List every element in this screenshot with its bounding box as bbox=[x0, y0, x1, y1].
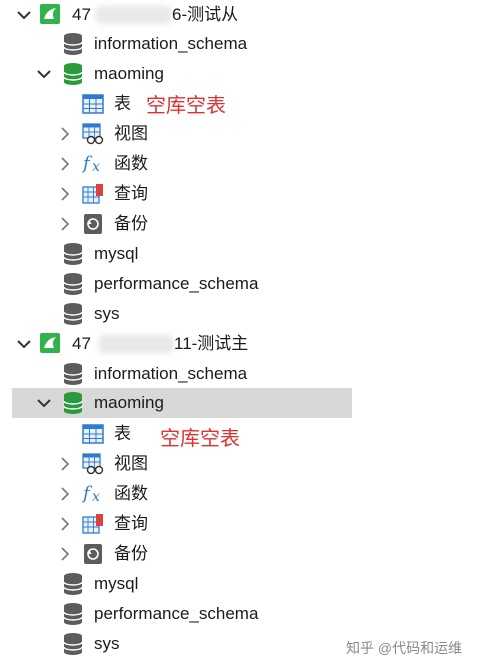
database-label: performance_schema bbox=[94, 274, 259, 293]
views-node[interactable]: 视图 bbox=[0, 119, 360, 149]
database-icon bbox=[62, 572, 84, 595]
database-icon bbox=[62, 242, 84, 265]
database-row[interactable]: information_schema bbox=[0, 359, 360, 389]
connection-name-prefix: 47 bbox=[72, 5, 91, 24]
database-row[interactable]: performance_schema bbox=[0, 599, 360, 629]
database-icon bbox=[62, 272, 84, 295]
database-label: maoming bbox=[94, 393, 164, 412]
connection-row[interactable]: 47 11-测试主 bbox=[0, 329, 360, 359]
functions-label: 函数 bbox=[114, 154, 148, 173]
database-label: sys bbox=[94, 634, 120, 653]
database-row[interactable]: mysql bbox=[0, 569, 360, 599]
watermark: 知乎 @代码和运维 bbox=[346, 640, 463, 656]
database-label: information_schema bbox=[94, 34, 248, 53]
backups-node[interactable]: 备份 bbox=[0, 209, 360, 239]
functions-node[interactable]: fx 函数 bbox=[0, 479, 360, 509]
queries-node[interactable]: 查询 bbox=[0, 509, 360, 539]
queries-node[interactable]: 查询 bbox=[0, 179, 360, 209]
database-row[interactable]: maoming bbox=[0, 59, 360, 89]
svg-text:x: x bbox=[92, 489, 100, 504]
connection-name-suffix: 6-测试从 bbox=[172, 5, 239, 24]
query-icon bbox=[82, 513, 104, 535]
queries-label: 查询 bbox=[114, 184, 148, 203]
connection-row[interactable]: 47 6-测试从 bbox=[0, 0, 360, 30]
backups-label: 备份 bbox=[114, 544, 148, 563]
chevron-right-icon[interactable] bbox=[55, 454, 75, 474]
backup-icon bbox=[82, 213, 104, 235]
functions-node[interactable]: fx 函数 bbox=[0, 149, 360, 179]
table-icon bbox=[82, 423, 104, 445]
database-row[interactable]: sys bbox=[0, 629, 320, 659]
view-icon bbox=[82, 453, 104, 475]
views-node[interactable]: 视图 bbox=[0, 449, 360, 479]
chevron-right-icon[interactable] bbox=[55, 184, 75, 204]
mysql-connection-icon bbox=[39, 332, 61, 354]
database-row[interactable]: sys bbox=[0, 299, 360, 329]
database-row-selected[interactable]: maoming bbox=[12, 388, 352, 418]
redacted-address bbox=[98, 335, 174, 353]
database-label: maoming bbox=[94, 64, 164, 83]
database-row[interactable]: mysql bbox=[0, 239, 360, 269]
tables-label: 表 bbox=[114, 424, 131, 443]
chevron-down-icon[interactable] bbox=[34, 64, 54, 84]
chevron-down-icon[interactable] bbox=[34, 393, 54, 413]
chevron-right-icon[interactable] bbox=[55, 544, 75, 564]
database-label: performance_schema bbox=[94, 604, 259, 623]
redacted-address bbox=[96, 6, 172, 24]
query-icon bbox=[82, 183, 104, 205]
database-row[interactable]: information_schema bbox=[0, 29, 360, 59]
database-label: sys bbox=[94, 304, 120, 323]
database-open-icon bbox=[62, 391, 84, 414]
chevron-right-icon[interactable] bbox=[55, 214, 75, 234]
chevron-right-icon[interactable] bbox=[55, 484, 75, 504]
queries-label: 查询 bbox=[114, 514, 148, 533]
table-icon bbox=[82, 93, 104, 115]
tables-label: 表 bbox=[114, 94, 131, 113]
views-label: 视图 bbox=[114, 454, 148, 473]
database-icon bbox=[62, 302, 84, 325]
database-label: mysql bbox=[94, 574, 139, 593]
database-open-icon bbox=[62, 62, 84, 85]
backups-node[interactable]: 备份 bbox=[0, 539, 360, 569]
database-icon bbox=[62, 602, 84, 625]
database-icon bbox=[62, 632, 84, 655]
mysql-connection-icon bbox=[39, 3, 61, 25]
views-label: 视图 bbox=[114, 124, 148, 143]
empty-annotation: 空库空表 bbox=[146, 95, 226, 117]
chevron-down-icon[interactable] bbox=[14, 5, 34, 25]
database-row[interactable]: performance_schema bbox=[0, 269, 360, 299]
chevron-right-icon[interactable] bbox=[55, 124, 75, 144]
chevron-right-icon[interactable] bbox=[55, 154, 75, 174]
svg-text:x: x bbox=[92, 159, 100, 174]
backup-icon bbox=[82, 543, 104, 565]
database-label: information_schema bbox=[94, 364, 248, 383]
chevron-down-icon[interactable] bbox=[14, 334, 34, 354]
view-icon bbox=[82, 123, 104, 145]
functions-label: 函数 bbox=[114, 484, 148, 503]
connection-name-suffix: 11-测试主 bbox=[174, 334, 249, 353]
function-icon: fx bbox=[82, 152, 104, 174]
backups-label: 备份 bbox=[114, 214, 148, 233]
connection-name-prefix: 47 bbox=[72, 334, 91, 353]
database-label: mysql bbox=[94, 244, 139, 263]
chevron-right-icon[interactable] bbox=[55, 514, 75, 534]
database-icon bbox=[62, 32, 84, 55]
empty-annotation: 空库空表 bbox=[160, 428, 240, 450]
database-icon bbox=[62, 362, 84, 385]
function-icon: fx bbox=[82, 482, 104, 504]
